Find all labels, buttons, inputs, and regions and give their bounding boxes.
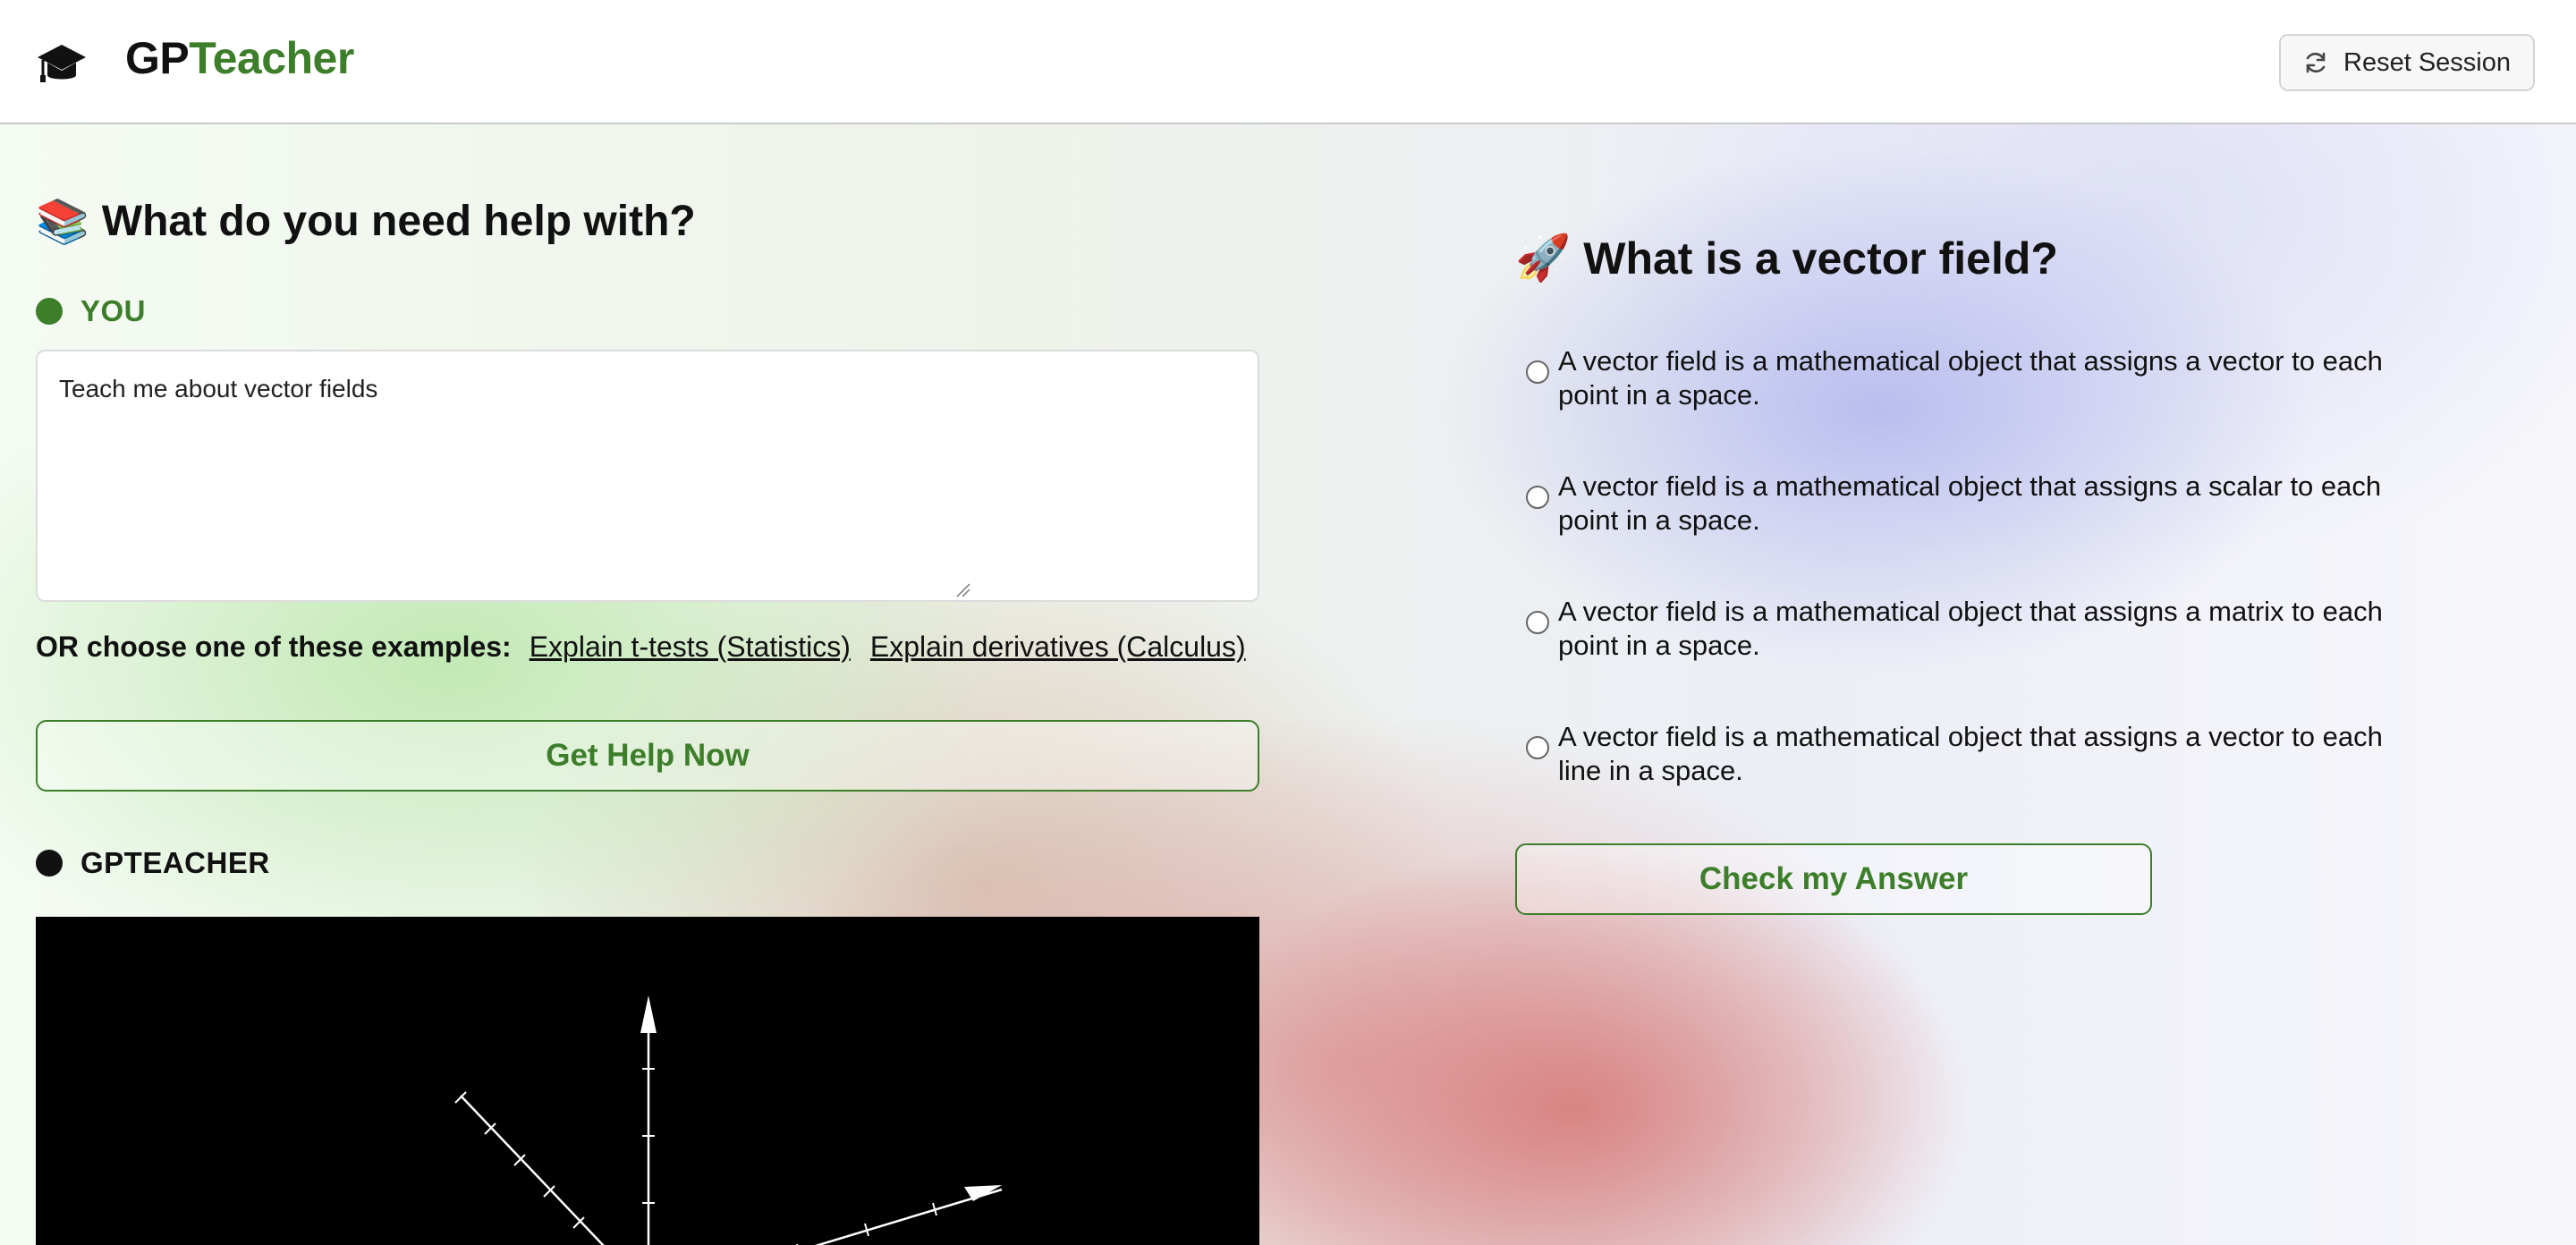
- quiz-option-label: A vector field is a mathematical object …: [1558, 470, 2382, 536]
- app-header: GPTeacher Reset Session: [0, 0, 2576, 124]
- help-heading: 📚 What do you need help with?: [36, 196, 696, 247]
- quiz-option-label: A vector field is a mathematical object …: [1558, 721, 2383, 786]
- reset-session-label: Reset Session: [2343, 47, 2511, 77]
- brand-part-teacher: Teacher: [189, 33, 354, 83]
- y-axis-line: [460, 1095, 605, 1245]
- examples-label: OR choose one of these examples:: [36, 631, 512, 663]
- assistant-label: GPTEACHER: [36, 846, 270, 880]
- quiz-option-3[interactable]: A vector field is a mathematical object …: [1526, 595, 2385, 663]
- refresh-icon: [2306, 52, 2326, 73]
- radio-button[interactable]: [1526, 486, 1549, 509]
- quiz-question-heading: 🚀 What is a vector field?: [1515, 232, 2058, 284]
- brand-title: GPTeacher: [125, 32, 354, 84]
- examples-row: OR choose one of these examples: Explain…: [36, 631, 1266, 664]
- assistant-label-text: GPTEACHER: [80, 846, 270, 879]
- main-content: 📚 What do you need help with? YOU Teach …: [0, 124, 2576, 1245]
- z-axis-arrow-icon: [640, 995, 657, 1033]
- reset-session-button[interactable]: Reset Session: [2279, 34, 2535, 91]
- rocket-emoji: 🚀: [1515, 233, 1572, 283]
- quiz-option-2[interactable]: A vector field is a mathematical object …: [1526, 470, 2385, 538]
- quiz-option-1[interactable]: A vector field is a mathematical object …: [1526, 344, 2385, 412]
- quiz-option-4[interactable]: A vector field is a mathematical object …: [1526, 720, 2385, 788]
- radio-button[interactable]: [1526, 360, 1549, 384]
- help-heading-text: What do you need help with?: [101, 198, 696, 245]
- graduation-cap-icon: [38, 45, 86, 82]
- books-emoji: 📚: [36, 199, 89, 246]
- you-dot: [36, 298, 63, 325]
- axes-visualization: [454, 995, 1003, 1245]
- x-axis-line: [814, 1188, 1003, 1245]
- check-answer-button[interactable]: Check my Answer: [1515, 843, 2152, 915]
- x-axis-ticks: [796, 1202, 937, 1245]
- get-help-button[interactable]: Get Help Now: [36, 720, 1259, 792]
- quiz-question-text: What is a vector field?: [1583, 233, 2058, 284]
- radio-button[interactable]: [1526, 611, 1549, 634]
- example-link-derivatives[interactable]: Explain derivatives (Calculus): [870, 631, 1246, 664]
- assistant-dot: [36, 850, 63, 877]
- quiz-option-label: A vector field is a mathematical object …: [1558, 345, 2383, 411]
- you-label: YOU: [36, 294, 146, 328]
- brand-part-gp: GP: [125, 33, 190, 83]
- prompt-textarea[interactable]: Teach me about vector fields: [36, 350, 1259, 602]
- visualization-canvas: [36, 917, 1259, 1245]
- radio-button[interactable]: [1526, 736, 1549, 759]
- you-label-text: YOU: [80, 294, 147, 327]
- quiz-option-label: A vector field is a mathematical object …: [1558, 596, 2383, 661]
- resize-handle-icon[interactable]: [955, 582, 971, 598]
- example-link-ttests[interactable]: Explain t-tests (Statistics): [530, 631, 851, 664]
